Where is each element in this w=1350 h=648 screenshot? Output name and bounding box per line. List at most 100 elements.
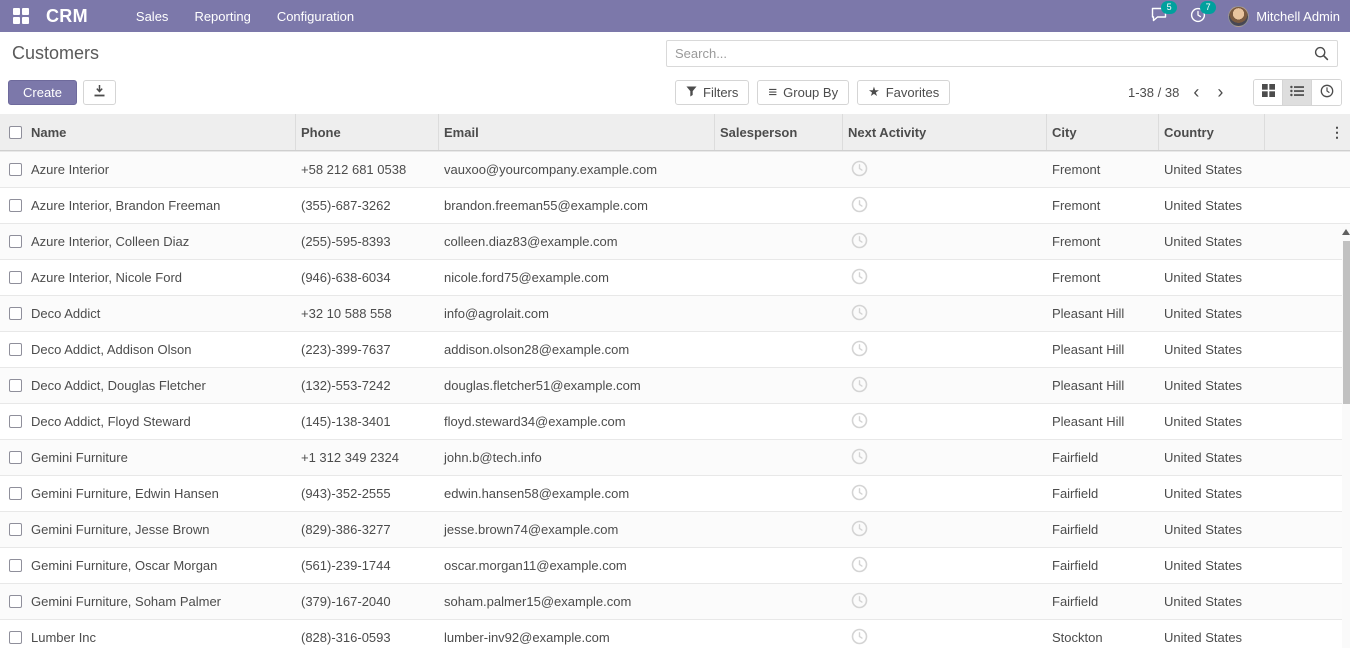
table-row[interactable]: Deco Addict, Addison Olson (223)-399-763…	[0, 331, 1350, 367]
table-row[interactable]: Lumber Inc (828)-316-0593 lumber-inv92@e…	[0, 619, 1350, 648]
next-activity-clock-icon[interactable]	[851, 520, 868, 537]
table-row[interactable]: Gemini Furniture, Soham Palmer (379)-167…	[0, 583, 1350, 619]
table-row[interactable]: Gemini Furniture, Oscar Morgan (561)-239…	[0, 547, 1350, 583]
header-name[interactable]: Name	[26, 114, 296, 150]
search-input[interactable]	[667, 46, 1306, 61]
filters-button[interactable]: Filters	[675, 80, 749, 105]
table-row[interactable]: Gemini Furniture, Jesse Brown (829)-386-…	[0, 511, 1350, 547]
header-country[interactable]: Country	[1159, 114, 1265, 150]
cell-phone: +32 10 588 558	[296, 306, 439, 321]
apps-menu-icon[interactable]	[10, 5, 32, 27]
menu-sales[interactable]: Sales	[136, 9, 169, 24]
cell-email: john.b@tech.info	[439, 450, 715, 465]
table-row[interactable]: Deco Addict +32 10 588 558 info@agrolait…	[0, 295, 1350, 331]
cell-city: Fairfield	[1047, 486, 1159, 501]
row-checkbox[interactable]	[9, 271, 22, 284]
row-checkbox[interactable]	[9, 631, 22, 644]
header-next-activity[interactable]: Next Activity	[843, 114, 1047, 150]
next-activity-clock-icon[interactable]	[851, 592, 868, 609]
table-row[interactable]: Deco Addict, Douglas Fletcher (132)-553-…	[0, 367, 1350, 403]
user-menu[interactable]: Mitchell Admin	[1228, 6, 1340, 27]
select-all-checkbox[interactable]	[9, 126, 22, 139]
cell-city: Fairfield	[1047, 450, 1159, 465]
create-button[interactable]: Create	[8, 80, 77, 105]
row-checkbox[interactable]	[9, 235, 22, 248]
user-name: Mitchell Admin	[1256, 9, 1340, 24]
search-box	[666, 40, 1338, 67]
cell-phone: (946)-638-6034	[296, 270, 439, 285]
cell-phone: (943)-352-2555	[296, 486, 439, 501]
cell-name: Azure Interior	[26, 162, 296, 177]
activities-button[interactable]: 7	[1190, 7, 1206, 26]
row-checkbox[interactable]	[9, 307, 22, 320]
header-city[interactable]: City	[1047, 114, 1159, 150]
next-activity-clock-icon[interactable]	[851, 160, 868, 177]
next-activity-clock-icon[interactable]	[851, 628, 868, 645]
header-email[interactable]: Email	[439, 114, 715, 150]
next-activity-clock-icon[interactable]	[851, 304, 868, 321]
next-activity-clock-icon[interactable]	[851, 448, 868, 465]
table-header-row: Name Phone Email Salesperson Next Activi…	[0, 114, 1350, 151]
cell-phone: (828)-316-0593	[296, 630, 439, 645]
row-checkbox[interactable]	[9, 487, 22, 500]
cell-phone: (132)-553-7242	[296, 378, 439, 393]
row-checkbox[interactable]	[9, 379, 22, 392]
cell-next-activity	[843, 628, 1047, 648]
messages-button[interactable]: 5	[1151, 7, 1168, 25]
table-row[interactable]: Azure Interior, Brandon Freeman (355)-68…	[0, 187, 1350, 223]
pager-next-icon[interactable]: ›	[1213, 83, 1227, 101]
table-row[interactable]: Gemini Furniture, Edwin Hansen (943)-352…	[0, 475, 1350, 511]
activity-view-button[interactable]	[1312, 80, 1341, 105]
table-row[interactable]: Gemini Furniture +1 312 349 2324 john.b@…	[0, 439, 1350, 475]
menu-configuration[interactable]: Configuration	[277, 9, 354, 24]
cell-email: vauxoo@yourcompany.example.com	[439, 162, 715, 177]
pager-previous-icon[interactable]: ‹	[1189, 83, 1203, 101]
export-button[interactable]	[83, 80, 116, 105]
app-title[interactable]: CRM	[46, 6, 88, 27]
next-activity-clock-icon[interactable]	[851, 232, 868, 249]
scrollbar-up-arrow-icon[interactable]	[1342, 229, 1350, 235]
cell-city: Fairfield	[1047, 522, 1159, 537]
header-salesperson[interactable]: Salesperson	[715, 114, 843, 150]
next-activity-clock-icon[interactable]	[851, 196, 868, 213]
next-activity-clock-icon[interactable]	[851, 376, 868, 393]
next-activity-clock-icon[interactable]	[851, 412, 868, 429]
search-icon[interactable]	[1306, 46, 1337, 61]
row-checkbox[interactable]	[9, 343, 22, 356]
activities-count-badge: 7	[1200, 1, 1216, 14]
next-activity-clock-icon[interactable]	[851, 484, 868, 501]
cell-email: soham.palmer15@example.com	[439, 594, 715, 609]
star-icon: ★	[868, 84, 880, 100]
page-title: Customers	[8, 43, 99, 64]
table-row[interactable]: Azure Interior, Colleen Diaz (255)-595-8…	[0, 223, 1350, 259]
next-activity-clock-icon[interactable]	[851, 556, 868, 573]
row-checkbox[interactable]	[9, 595, 22, 608]
cell-email: jesse.brown74@example.com	[439, 522, 715, 537]
vertical-scrollbar[interactable]	[1342, 227, 1350, 648]
table-row[interactable]: Azure Interior, Nicole Ford (946)-638-60…	[0, 259, 1350, 295]
row-checkbox[interactable]	[9, 163, 22, 176]
row-checkbox[interactable]	[9, 559, 22, 572]
list-view-button[interactable]	[1283, 80, 1312, 105]
column-options-icon[interactable]: ⋮	[1330, 125, 1344, 139]
row-checkbox[interactable]	[9, 415, 22, 428]
cell-name: Deco Addict	[26, 306, 296, 321]
favorites-button[interactable]: ★ Favorites	[857, 80, 950, 105]
scrollbar-thumb[interactable]	[1343, 241, 1350, 404]
next-activity-clock-icon[interactable]	[851, 268, 868, 285]
kanban-view-button[interactable]	[1254, 80, 1283, 105]
cell-phone: (379)-167-2040	[296, 594, 439, 609]
table-row[interactable]: Azure Interior +58 212 681 0538 vauxoo@y…	[0, 151, 1350, 187]
filters-label: Filters	[703, 85, 738, 100]
group-by-button[interactable]: ≡ Group By	[757, 80, 849, 105]
cell-email: brandon.freeman55@example.com	[439, 198, 715, 213]
menu-reporting[interactable]: Reporting	[194, 9, 250, 24]
cell-name: Gemini Furniture, Edwin Hansen	[26, 486, 296, 501]
row-checkbox[interactable]	[9, 523, 22, 536]
kanban-grid-icon	[1262, 84, 1275, 100]
table-row[interactable]: Deco Addict, Floyd Steward (145)-138-340…	[0, 403, 1350, 439]
row-checkbox[interactable]	[9, 451, 22, 464]
header-phone[interactable]: Phone	[296, 114, 439, 150]
row-checkbox[interactable]	[9, 199, 22, 212]
next-activity-clock-icon[interactable]	[851, 340, 868, 357]
